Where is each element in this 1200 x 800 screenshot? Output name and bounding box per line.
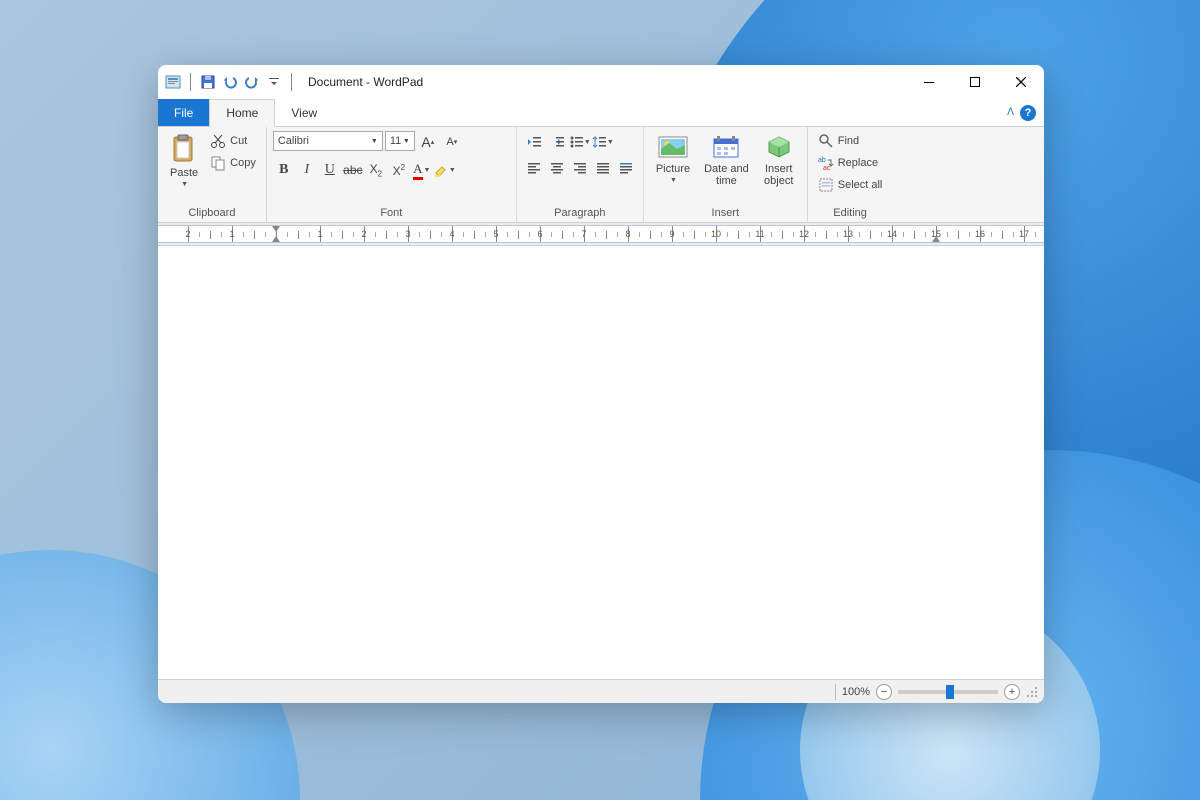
superscript-icon[interactable]: X2 — [388, 159, 410, 181]
group-label-editing: Editing — [812, 205, 889, 222]
group-label-font: Font — [271, 205, 512, 222]
svg-text:ac: ac — [823, 165, 831, 171]
insert-picture-button[interactable]: Picture ▼ — [650, 131, 696, 186]
shrink-font-icon[interactable]: A▾ — [441, 131, 463, 153]
zoom-slider[interactable] — [898, 690, 998, 694]
chevron-down-icon: ▼ — [181, 181, 188, 188]
justify-icon[interactable] — [592, 157, 614, 179]
document-page[interactable] — [158, 246, 1044, 679]
app-icon[interactable] — [164, 73, 182, 91]
titlebar: Document - WordPad — [158, 65, 1044, 99]
statusbar: 100% − + — [158, 679, 1044, 703]
zoom-out-button[interactable]: − — [876, 684, 892, 700]
find-button[interactable]: Find — [814, 131, 887, 151]
align-left-icon[interactable] — [523, 157, 545, 179]
ribbon: Paste ▼ Cut Copy Clipboard — [158, 127, 1044, 223]
quick-access-toolbar — [158, 73, 302, 91]
zoom-slider-thumb[interactable] — [946, 685, 954, 699]
bullet-list-icon[interactable]: ▼ — [569, 131, 591, 153]
italic-icon[interactable]: I — [296, 159, 318, 181]
wordpad-window: Document - WordPad File Home View ᐱ ? Pa… — [158, 65, 1044, 703]
group-label-paragraph: Paragraph — [521, 205, 639, 222]
cut-button[interactable]: Cut — [206, 131, 260, 151]
paste-button[interactable]: Paste ▼ — [164, 131, 204, 190]
tab-view[interactable]: View — [275, 99, 333, 126]
font-color-icon[interactable]: A▼ — [411, 159, 433, 181]
increase-indent-icon[interactable] — [546, 131, 568, 153]
insert-datetime-button[interactable]: Date and time — [698, 131, 755, 189]
group-font: Calibri▼ 11▼ A▴ A▾ B I U abc X2 X2 A▼ ▼ … — [267, 127, 517, 222]
chevron-down-icon: ▼ — [670, 177, 677, 184]
window-controls — [906, 65, 1044, 99]
collapse-ribbon-icon[interactable]: ᐱ — [1007, 107, 1014, 118]
font-size-select[interactable]: 11▼ — [385, 131, 415, 151]
save-icon[interactable] — [199, 73, 217, 91]
font-family-select[interactable]: Calibri▼ — [273, 131, 383, 151]
window-title: Document - WordPad — [308, 75, 423, 89]
tab-home[interactable]: Home — [209, 99, 275, 127]
document-area — [158, 246, 1044, 679]
highlight-icon[interactable]: ▼ — [434, 159, 456, 181]
help-icon[interactable]: ? — [1020, 105, 1036, 121]
group-clipboard: Paste ▼ Cut Copy Clipboard — [158, 127, 267, 222]
svg-text:ab: ab — [818, 157, 826, 164]
tab-file[interactable]: File — [158, 99, 209, 126]
group-paragraph: ▼ ▼ Paragraph — [517, 127, 644, 222]
insert-object-button[interactable]: Insert object — [757, 131, 801, 189]
copy-button[interactable]: Copy — [206, 153, 260, 173]
redo-icon[interactable] — [243, 73, 261, 91]
group-insert: Picture ▼ Date and time Insert object In… — [644, 127, 808, 222]
close-button[interactable] — [998, 65, 1044, 99]
underline-icon[interactable]: U — [319, 159, 341, 181]
grow-font-icon[interactable]: A▴ — [417, 131, 439, 153]
align-center-icon[interactable] — [546, 157, 568, 179]
zoom-level: 100% — [842, 686, 870, 698]
decrease-indent-icon[interactable] — [523, 131, 545, 153]
select-all-button[interactable]: Select all — [814, 175, 887, 195]
chevron-down-icon: ▼ — [403, 138, 410, 145]
ribbon-tabs: File Home View ᐱ ? — [158, 99, 1044, 127]
group-editing: Find abac Replace Select all Editing — [808, 127, 893, 222]
resize-grip-icon[interactable] — [1026, 686, 1038, 698]
qat-customize-icon[interactable] — [265, 73, 283, 91]
group-label-insert: Insert — [648, 205, 803, 222]
zoom-in-button[interactable]: + — [1004, 684, 1020, 700]
ruler-area: 211234567891011121314151617 — [158, 223, 1044, 246]
replace-button[interactable]: abac Replace — [814, 153, 887, 173]
line-spacing-icon[interactable]: ▼ — [592, 131, 614, 153]
bold-icon[interactable]: B — [273, 159, 295, 181]
subscript-icon[interactable]: X2 — [365, 159, 387, 181]
chevron-down-icon: ▼ — [371, 138, 378, 145]
strikethrough-icon[interactable]: abc — [342, 159, 364, 181]
group-label-clipboard: Clipboard — [162, 205, 262, 222]
horizontal-ruler[interactable]: 211234567891011121314151617 — [158, 225, 1044, 243]
maximize-button[interactable] — [952, 65, 998, 99]
paragraph-dialog-icon[interactable] — [615, 157, 637, 179]
align-right-icon[interactable] — [569, 157, 591, 179]
undo-icon[interactable] — [221, 73, 239, 91]
minimize-button[interactable] — [906, 65, 952, 99]
